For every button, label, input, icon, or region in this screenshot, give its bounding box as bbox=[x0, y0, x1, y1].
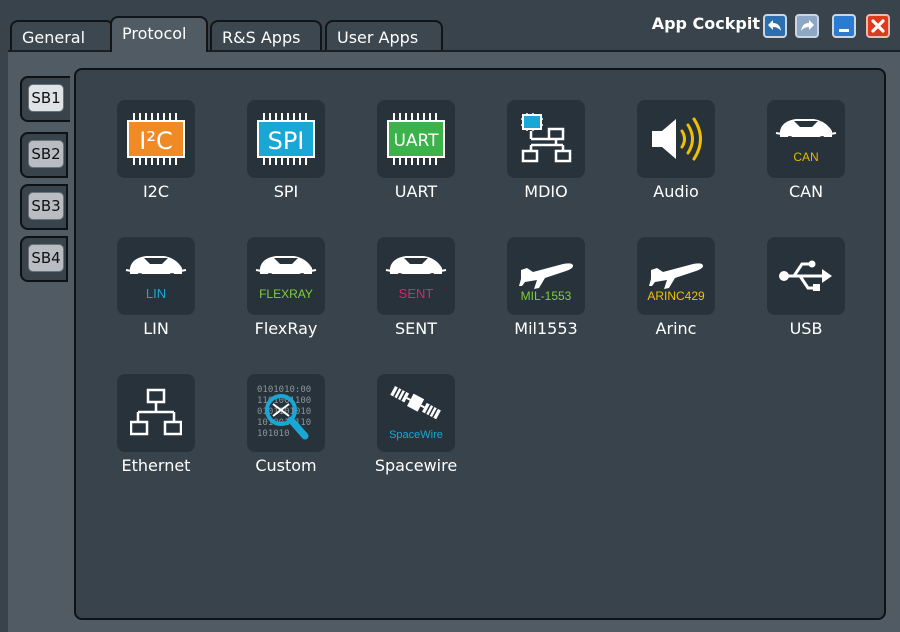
app-lin[interactable]: LIN LIN bbox=[96, 237, 216, 357]
svg-text:0101010:00: 0101010:00 bbox=[257, 385, 311, 395]
satellite-icon: SpaceWire bbox=[377, 374, 455, 452]
car-icon: CAN bbox=[767, 100, 845, 178]
spi-icon: SPI bbox=[247, 100, 325, 178]
i2c-icon: I²C bbox=[117, 100, 195, 178]
app-flexray[interactable]: FLEXRAY FlexRay bbox=[226, 237, 346, 357]
car-icon: SENT bbox=[377, 237, 455, 315]
minimize-icon bbox=[839, 29, 849, 32]
mdio-icon bbox=[507, 100, 585, 178]
close-button[interactable] bbox=[866, 14, 890, 38]
lin-icon-text: LIN bbox=[146, 286, 166, 301]
side-tab-sb2[interactable]: SB2 bbox=[20, 132, 68, 178]
speaker-icon bbox=[637, 100, 715, 178]
svg-text:101010: 101010 bbox=[257, 429, 290, 439]
app-spi[interactable]: SPI SPI bbox=[226, 100, 346, 220]
app-spi-label: SPI bbox=[273, 182, 299, 201]
app-audio[interactable]: Audio bbox=[616, 100, 736, 220]
car-icon: FLEXRAY bbox=[247, 237, 325, 315]
app-usb-label: USB bbox=[789, 319, 823, 338]
app-mil1553[interactable]: MIL-1553 Mil1553 bbox=[486, 237, 606, 357]
network-icon bbox=[117, 374, 195, 452]
i2c-icon-text: I²C bbox=[139, 127, 172, 155]
tab-rs-apps-label: R&S Apps bbox=[222, 28, 301, 47]
close-icon bbox=[871, 19, 885, 33]
app-sent[interactable]: SENT SENT bbox=[356, 237, 476, 357]
arinc-icon-text: ARINC429 bbox=[647, 289, 705, 303]
car-icon: LIN bbox=[117, 237, 195, 315]
app-flexray-label: FlexRay bbox=[254, 319, 318, 338]
app-can[interactable]: CAN CAN bbox=[746, 100, 866, 220]
side-tab-sb2-label: SB2 bbox=[28, 140, 64, 168]
app-mdio-label: MDIO bbox=[524, 182, 568, 201]
side-tab-sb1[interactable]: SB1 bbox=[20, 76, 70, 122]
back-button[interactable] bbox=[763, 14, 787, 38]
side-tab-sb1-label: SB1 bbox=[28, 84, 64, 112]
arrow-back-icon bbox=[768, 20, 781, 31]
usb-icon bbox=[767, 237, 845, 315]
app-uart-label: UART bbox=[394, 182, 438, 201]
tab-protocol[interactable]: Protocol bbox=[110, 16, 208, 52]
tab-user-apps[interactable]: User Apps bbox=[325, 20, 443, 50]
sent-icon-text: SENT bbox=[399, 286, 434, 301]
spacewire-icon-text: SpaceWire bbox=[389, 429, 443, 441]
airplane-icon: ARINC429 bbox=[637, 237, 715, 315]
flexray-icon-text: FLEXRAY bbox=[259, 287, 313, 301]
side-tab-sb3-label: SB3 bbox=[28, 192, 64, 220]
app-i2c-label: I2C bbox=[142, 182, 170, 201]
side-tab-sb4[interactable]: SB4 bbox=[20, 236, 68, 282]
app-spacewire[interactable]: SpaceWire Spacewire bbox=[356, 374, 476, 494]
app-uart[interactable]: UART UART bbox=[356, 100, 476, 220]
tab-user-apps-label: User Apps bbox=[337, 28, 419, 47]
tab-general-label: General bbox=[22, 28, 86, 47]
app-custom[interactable]: 0101010:00 1101001100 0101101010 1010010… bbox=[226, 374, 346, 494]
mil1553-icon-text: MIL-1553 bbox=[521, 289, 572, 303]
binary-search-icon: 0101010:00 1101001100 0101101010 1010010… bbox=[247, 374, 325, 452]
uart-icon: UART bbox=[377, 100, 455, 178]
app-ethernet-label: Ethernet bbox=[121, 456, 191, 475]
app-mdio[interactable]: MDIO bbox=[486, 100, 606, 220]
app-audio-label: Audio bbox=[653, 182, 699, 201]
app-ethernet[interactable]: Ethernet bbox=[96, 374, 216, 494]
spi-icon-text: SPI bbox=[268, 127, 305, 155]
side-tab-sb3[interactable]: SB3 bbox=[20, 184, 68, 230]
app-i2c[interactable]: I²C I2C bbox=[96, 100, 216, 220]
window-title: App Cockpit bbox=[651, 14, 760, 33]
side-tab-sb4-label: SB4 bbox=[28, 244, 64, 272]
forward-button[interactable] bbox=[795, 14, 819, 38]
app-lin-label: LIN bbox=[143, 319, 169, 338]
uart-icon-text: UART bbox=[393, 131, 439, 151]
app-can-label: CAN bbox=[788, 182, 824, 201]
app-grid: I²C I2C SPI SPI UART UART MDIO Audio CAN… bbox=[74, 68, 886, 620]
app-usb[interactable]: USB bbox=[746, 237, 866, 357]
airplane-icon: MIL-1553 bbox=[507, 237, 585, 315]
app-custom-label: Custom bbox=[255, 456, 317, 475]
app-arinc-label: Arinc bbox=[655, 319, 697, 338]
can-icon-text: CAN bbox=[793, 150, 818, 164]
app-mil1553-label: Mil1553 bbox=[514, 319, 578, 338]
app-sent-label: SENT bbox=[394, 319, 437, 338]
arrow-forward-icon bbox=[801, 20, 814, 31]
tab-protocol-label: Protocol bbox=[122, 24, 187, 43]
tab-rs-apps[interactable]: R&S Apps bbox=[210, 20, 322, 50]
app-arinc[interactable]: ARINC429 Arinc bbox=[616, 237, 736, 357]
tab-general[interactable]: General bbox=[10, 20, 114, 50]
minimize-button[interactable] bbox=[832, 14, 856, 38]
tab-bar: General R&S Apps User Apps Protocol App … bbox=[0, 0, 900, 52]
app-spacewire-label: Spacewire bbox=[374, 456, 458, 475]
